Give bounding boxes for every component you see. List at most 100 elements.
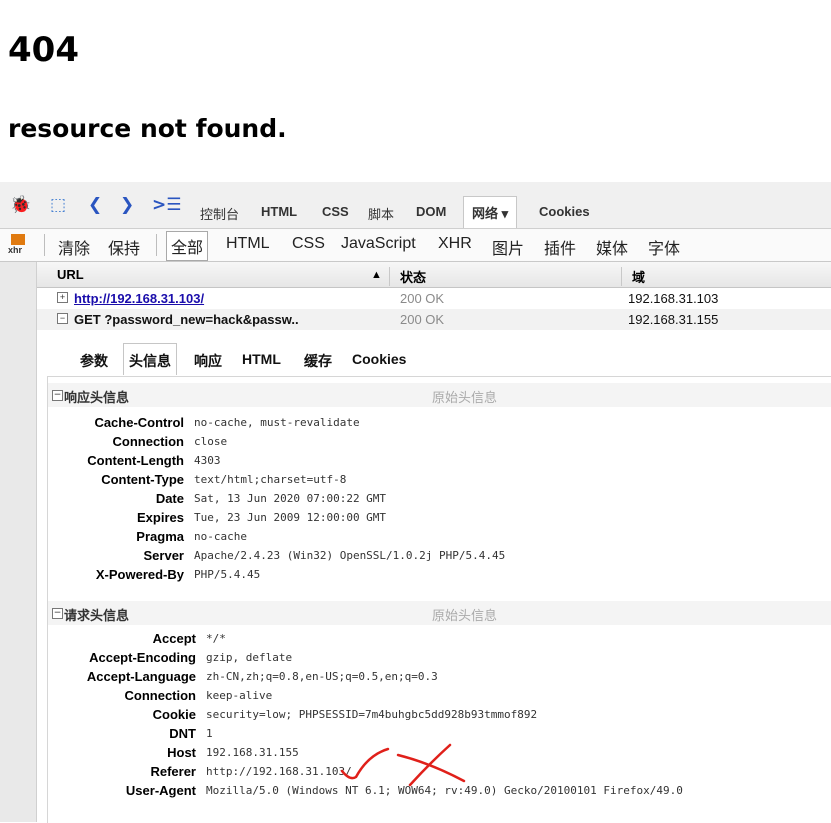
filter-all[interactable]: 全部	[166, 231, 209, 261]
column-domain[interactable]: 域	[632, 267, 645, 286]
request-row[interactable]: + http://192.168.31.103/ 200 OK 192.168.…	[37, 288, 831, 309]
cross-mark	[396, 753, 466, 783]
header-name: Accept-Encoding	[89, 650, 196, 665]
tab-script[interactable]: 脚本	[368, 204, 394, 223]
header-value: 192.168.31.155	[206, 746, 299, 759]
filter-media[interactable]: 媒体	[596, 235, 628, 259]
cross-mark	[408, 743, 452, 787]
header-value: keep-alive	[206, 689, 273, 702]
request-headers-section[interactable]: − 请求头信息 原始头信息	[48, 601, 831, 625]
header-value: 4303	[194, 454, 221, 467]
collapse-icon[interactable]: −	[52, 390, 63, 401]
collapse-icon[interactable]: −	[57, 313, 68, 324]
column-url[interactable]: URL	[57, 267, 84, 282]
header-value: close	[194, 435, 228, 448]
filter-plugins[interactable]: 插件	[544, 235, 576, 259]
header-name: Expires	[137, 510, 184, 525]
request-row[interactable]: − GET ?password_new=hack&passw.. 200 OK …	[37, 309, 831, 330]
section-title: 请求头信息	[64, 608, 130, 623]
header-name: Server	[143, 548, 184, 563]
raw-headers-link[interactable]: 原始头信息	[432, 387, 497, 406]
section-title: 响应头信息	[64, 390, 130, 405]
back-icon[interactable]: ❮	[88, 195, 102, 215]
header-name: Accept-Language	[86, 669, 196, 684]
column-status[interactable]: 状态	[400, 267, 426, 286]
header-name: Content-Type	[101, 472, 184, 487]
net-column-header: URL ▲ 状态 域	[37, 262, 831, 288]
header-value: Sat, 13 Jun 2020 07:00:22 GMT	[194, 492, 387, 505]
error-message: resource not found.	[8, 114, 287, 143]
response-headers-section[interactable]: − 响应头信息 原始头信息	[48, 383, 831, 407]
header-name: X-Powered-By	[95, 567, 184, 582]
header-row: Date Sat, 13 Jun 2020 07:00:22 GMT	[48, 491, 831, 510]
tab-cookies[interactable]: Cookies	[352, 351, 406, 367]
header-value: zh-CN,zh;q=0.8,en-US;q=0.5,en;q=0.3	[206, 670, 438, 683]
request-url[interactable]: GET ?password_new=hack&passw..	[74, 312, 299, 327]
header-name: Date	[155, 491, 184, 506]
request-domain: 192.168.31.103	[628, 291, 719, 306]
tab-net[interactable]: 网络 ▾	[463, 196, 518, 228]
tab-response[interactable]: 响应	[194, 351, 222, 371]
tab-css[interactable]: CSS	[322, 204, 349, 219]
filter-images[interactable]: 图片	[492, 235, 524, 259]
header-row: X-Powered-By PHP/5.4.45	[48, 567, 831, 586]
header-value: Apache/2.4.23 (Win32) OpenSSL/1.0.2j PHP…	[194, 549, 506, 562]
header-row: Content-Type text/html;charset=utf-8	[48, 472, 831, 491]
checkmark-mark	[340, 747, 390, 780]
filter-css[interactable]: CSS	[292, 235, 325, 253]
header-name: Referer	[150, 764, 196, 779]
raw-headers-link[interactable]: 原始头信息	[432, 605, 497, 624]
separator	[44, 234, 45, 256]
firebug-toolbar: 🐞 ⬚ ❮ ❯ >☰ 控制台 HTML CSS 脚本 DOM 网络 ▾ Cook…	[0, 182, 831, 229]
persist-button[interactable]: 保持	[108, 235, 140, 259]
inspect-icon[interactable]: ⬚	[50, 195, 66, 215]
error-page: 404 resource not found.	[0, 0, 831, 182]
header-row: Connection close	[48, 434, 831, 453]
separator	[156, 234, 157, 256]
header-name: DNT	[169, 726, 196, 741]
tab-headers[interactable]: 头信息	[123, 343, 177, 375]
clear-button[interactable]: 清除	[58, 235, 90, 259]
filter-html[interactable]: HTML	[226, 235, 270, 253]
filter-javascript[interactable]: JavaScript	[341, 235, 416, 253]
header-value: no-cache	[194, 530, 247, 543]
headers-panel: − 响应头信息 原始头信息 Cache-Control no-cache, mus…	[47, 376, 831, 823]
header-row: Content-Length 4303	[48, 453, 831, 472]
header-row: Accept-Language zh-CN,zh;q=0.8,en-US;q=0.…	[48, 669, 831, 688]
tab-dom[interactable]: DOM	[416, 204, 446, 219]
request-domain: 192.168.31.155	[628, 312, 719, 327]
tab-cookies[interactable]: Cookies	[539, 204, 590, 219]
error-code: 404	[8, 30, 79, 70]
left-gutter	[0, 262, 37, 822]
tab-params[interactable]: 参数	[80, 351, 108, 371]
header-name: Host	[167, 745, 196, 760]
tab-cache[interactable]: 缓存	[304, 351, 332, 371]
tab-console[interactable]: 控制台	[200, 204, 239, 223]
request-url[interactable]: http://192.168.31.103/	[74, 291, 204, 306]
header-name: Connection	[112, 434, 185, 449]
filter-xhr[interactable]: XHR	[438, 235, 472, 253]
xhr-icon[interactable]: xhr	[8, 234, 28, 256]
sort-ascending-icon[interactable]: ▲	[371, 269, 382, 281]
forward-icon[interactable]: ❯	[120, 195, 134, 215]
header-value: text/html;charset=utf-8	[194, 473, 347, 486]
collapse-icon[interactable]: −	[52, 608, 63, 619]
header-row: Connection keep-alive	[48, 688, 831, 707]
header-name: Accept	[152, 631, 196, 646]
header-row: Accept-Encoding gzip, deflate	[48, 650, 831, 669]
header-value: security=low; PHPSESSID=7m4buhgbc5dd928b…	[206, 708, 538, 721]
header-name: Cookie	[152, 707, 196, 722]
request-detail: 参数 头信息 响应 HTML 缓存 Cookies − 响应头信息 原始头信息 …	[37, 332, 831, 823]
expand-icon[interactable]: +	[57, 292, 68, 303]
firebug-panel: 🐞 ⬚ ❮ ❯ >☰ 控制台 HTML CSS 脚本 DOM 网络 ▾ Cook…	[0, 182, 831, 823]
firebug-bug-icon[interactable]: 🐞	[10, 195, 31, 215]
request-status: 200 OK	[400, 312, 445, 327]
header-row: Cookie security=low; PHPSESSID=7m4buhgbc5…	[48, 707, 831, 726]
tab-html[interactable]: HTML	[242, 351, 281, 367]
command-line-icon[interactable]: >☰	[152, 195, 181, 215]
tab-html[interactable]: HTML	[261, 204, 297, 219]
filter-fonts[interactable]: 字体	[648, 235, 680, 259]
header-row: Server Apache/2.4.23 (Win32) OpenSSL/1.0.…	[48, 548, 831, 567]
header-value: PHP/5.4.45	[194, 568, 261, 581]
header-name: Pragma	[136, 529, 184, 544]
